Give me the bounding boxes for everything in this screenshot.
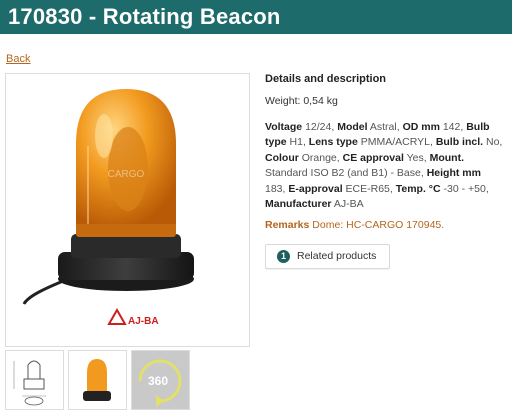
spec-label: Mount.	[429, 151, 465, 164]
remarks-line: Remarks Dome: HC-CARGO 170945.	[265, 219, 444, 231]
related-products-label: Related products	[297, 250, 377, 262]
spec-value: Yes,	[406, 151, 427, 164]
spec-label: Temp. °C	[395, 182, 441, 195]
spec-label: OD mm	[402, 121, 440, 133]
spec-value: Standard ISO B2 (and B1) - Base,	[265, 167, 424, 180]
spec-label: Colour	[265, 151, 299, 164]
spec-value: PMMA/ACRYL,	[360, 136, 433, 149]
spec-label: Bulb incl.	[435, 136, 484, 149]
spec-value: 142,	[442, 121, 464, 133]
thumb-360-label: 360	[148, 374, 168, 388]
beacon-image: CARGO AJ-BA	[22, 89, 194, 327]
thumbnail-drawing[interactable]	[5, 350, 64, 410]
spec-value: 12/24,	[305, 121, 335, 133]
spec-label: Height mm	[426, 167, 481, 180]
spec-list: Voltage 12/24, Model Astral, OD mm 142, …	[265, 120, 503, 212]
beacon-thumb-icon	[83, 359, 111, 401]
spec-value: AJ-BA	[333, 198, 364, 211]
rotate-360-icon: 360	[138, 359, 182, 407]
weight-label: Weight:	[265, 95, 301, 107]
title-bar: 170830 - Rotating Beacon	[0, 0, 512, 34]
details-panel: Details and description Weight: 0,54 kg …	[265, 72, 505, 231]
back-link[interactable]: Back	[6, 53, 30, 65]
thumbnail-360[interactable]: 360	[131, 350, 190, 410]
weight-line: Weight: 0,54 kg	[265, 95, 338, 107]
technical-drawing-icon	[13, 360, 46, 406]
spec-value: H1,	[289, 136, 306, 149]
watermark-text: CARGO	[108, 169, 145, 180]
spec-label: Model	[337, 121, 368, 133]
weight-value: 0,54 kg	[303, 95, 338, 107]
related-products-button[interactable]: 1 Related products	[265, 244, 390, 269]
spec-label: E-approval	[288, 182, 343, 195]
spec-value: -30 - +50,	[443, 182, 489, 195]
spec-label: Voltage	[265, 121, 303, 133]
svg-text:AJ-BA: AJ-BA	[128, 316, 159, 327]
related-count-badge: 1	[277, 250, 290, 263]
spec-label: CE approval	[342, 151, 404, 164]
remarks-label: Remarks	[265, 219, 310, 231]
ajba-logo: AJ-BA	[107, 307, 159, 327]
page-title: 170830 - Rotating Beacon	[8, 4, 281, 29]
spec-label: Manufacturer	[265, 198, 332, 211]
remarks-value: Dome: HC-CARGO 170945.	[312, 219, 445, 231]
thumbnail-photo[interactable]	[68, 350, 127, 410]
spec-label: Lens type	[308, 136, 358, 149]
spec-value: Astral,	[369, 121, 400, 133]
details-heading: Details and description	[265, 73, 387, 85]
spec-value: 183,	[265, 182, 286, 195]
spec-value: No,	[485, 136, 503, 149]
product-photo[interactable]: CARGO AJ-BA	[5, 73, 250, 347]
spec-value: ECE-R65,	[345, 182, 393, 195]
spec-value: Orange,	[301, 151, 340, 164]
